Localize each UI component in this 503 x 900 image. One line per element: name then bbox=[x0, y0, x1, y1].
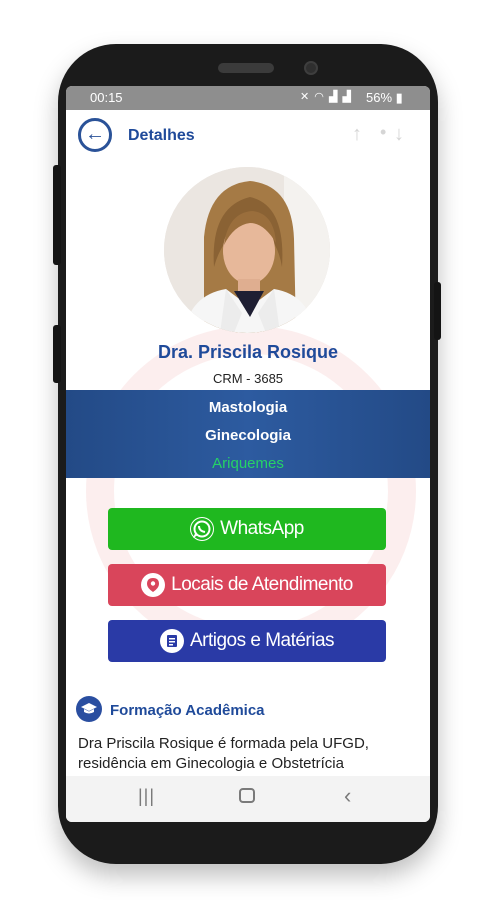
locais-button[interactable]: Locais de Atendimento bbox=[108, 564, 386, 606]
doctor-photo bbox=[164, 167, 330, 333]
locais-label: Locais de Atendimento bbox=[171, 574, 353, 595]
battery-icon: ▮ bbox=[395, 90, 403, 105]
app-bar: ← Detalhes ↑ • ↓ bbox=[66, 110, 430, 162]
recent-apps-icon[interactable]: ||| bbox=[138, 786, 155, 807]
back-button[interactable]: ← bbox=[78, 118, 112, 152]
status-bar: 00:15 ✕ ◠ ▟ ▟ 56% ▮ bbox=[66, 86, 430, 110]
whatsapp-button[interactable]: WhatsApp bbox=[108, 508, 386, 550]
artigos-button[interactable]: Artigos e Matérias bbox=[108, 620, 386, 662]
whatsapp-label: WhatsApp bbox=[220, 518, 304, 539]
formacao-title: Formação Acadêmica bbox=[110, 702, 265, 719]
whatsapp-icon bbox=[190, 517, 215, 541]
volume-button bbox=[53, 165, 61, 265]
status-icons: ✕ ◠ ▟ ▟ bbox=[300, 90, 352, 103]
article-icon bbox=[159, 629, 184, 653]
graduation-cap-icon bbox=[76, 696, 102, 722]
status-time: 00:15 bbox=[90, 90, 123, 105]
arrow-up-icon[interactable]: ↑ bbox=[352, 123, 362, 146]
doctor-avatar bbox=[164, 167, 330, 333]
back-arrow-icon: ← bbox=[85, 123, 105, 145]
specialty-mastologia: Mastologia bbox=[208, 399, 288, 416]
specialty-band: Mastologia Ginecologia Ariquemes bbox=[66, 390, 430, 478]
signal-icon: ▟ bbox=[328, 91, 339, 103]
battery-percent: 56% bbox=[366, 90, 393, 105]
back-nav-icon[interactable]: ‹ bbox=[344, 783, 351, 809]
front-camera bbox=[304, 61, 318, 75]
location-pin-icon bbox=[141, 573, 166, 597]
power-button bbox=[434, 282, 441, 340]
bixby-button bbox=[53, 325, 61, 383]
city-label: Ariquemes bbox=[212, 455, 284, 472]
doctor-name: Dra. Priscila Rosique bbox=[157, 342, 339, 362]
mute-icon: ✕ bbox=[300, 91, 311, 103]
crm-number: CRM - 3685 bbox=[212, 371, 284, 386]
signal-icon: ▟ bbox=[342, 91, 352, 103]
arrow-down-icon[interactable]: ↓ bbox=[394, 123, 404, 146]
app-screen: 00:15 ✕ ◠ ▟ ▟ 56% ▮ ← Detalhes ↑ • ↓ Dra… bbox=[66, 86, 430, 822]
battery-level: 56% ▮ bbox=[366, 90, 403, 106]
artigos-label: Artigos e Matérias bbox=[189, 630, 335, 651]
formacao-text: Dra Priscila Rosique é formada pela UFGD… bbox=[78, 735, 369, 772]
home-icon[interactable] bbox=[239, 788, 255, 803]
page-title: Detalhes bbox=[128, 127, 195, 144]
specialty-ginecologia: Ginecologia bbox=[205, 427, 291, 444]
wifi-icon: ◠ bbox=[314, 91, 325, 103]
speaker-grille bbox=[218, 63, 274, 73]
dot-separator: • bbox=[380, 122, 387, 142]
android-navigation-bar: ||| ‹ bbox=[66, 776, 430, 822]
